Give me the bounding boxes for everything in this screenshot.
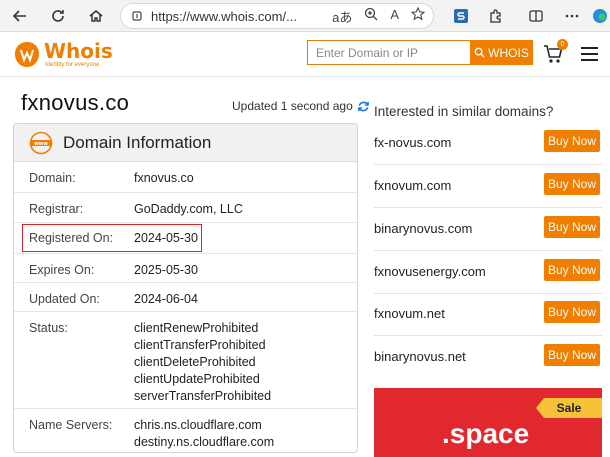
domain-search-input[interactable]: Enter Domain or IP [307,40,470,65]
logo-tagline: Identity for everyone [45,62,100,68]
name-server-item: chris.ns.cloudflare.com [134,418,262,432]
row-label: Expires On: [29,263,95,277]
whois-logo[interactable]: Whois Identity for everyone [12,38,113,72]
logo-text: Whois [44,39,113,63]
status-item: clientRenewProhibited [134,321,259,335]
search-button-label: WHOIS [488,45,529,60]
row-label: Updated On: [29,292,100,306]
read-aloud-icon[interactable]: A [390,7,399,26]
www-globe-icon: www [29,131,53,154]
sale-badge: Sale [536,398,602,418]
similar-domain-item: fx-novus.com Buy Now [374,122,602,165]
similar-domain-item: binarynovus.com Buy Now [374,208,602,251]
edge-copilot-button[interactable] [588,4,610,28]
similar-domain-name[interactable]: fxnovusenergy.com [374,264,486,279]
similar-domain-item: fxnovum.net Buy Now [374,293,602,336]
row-label: Domain: [29,171,76,185]
row-value: 2025-05-30 [134,263,198,277]
site-info-icon[interactable] [131,10,143,22]
name-server-item: destiny.ns.cloudflare.com [134,435,275,449]
buy-now-button[interactable]: Buy Now [544,173,600,195]
logo-mark-icon [15,42,39,67]
status-item: clientTransferProhibited [134,338,266,352]
search-icon [474,47,485,58]
split-screen-button[interactable] [524,4,548,28]
cart-count-badge: 0 [557,39,568,50]
similar-domains-heading: Interested in similar domains? [374,104,554,119]
buy-now-button[interactable]: Buy Now [544,259,600,281]
refresh-icon [52,10,64,22]
more-options-button[interactable] [560,4,584,28]
refresh-icon[interactable] [357,100,370,113]
info-row-updated-on: Updated On: 2024-06-04 [14,283,357,312]
buy-now-button[interactable]: Buy Now [544,301,600,323]
row-value: fxnovus.co [134,171,194,185]
similar-domain-item: fxnovum.com Buy Now [374,165,602,208]
puzzle-icon [490,9,501,23]
similar-domain-name[interactable]: fxnovum.com [374,178,451,193]
refresh-button[interactable] [44,2,72,30]
home-icon [89,10,103,22]
reader-mode-icon[interactable]: aあ [332,7,352,26]
more-dots-icon [565,14,579,18]
extensions-button[interactable] [484,4,508,28]
svg-text:www: www [34,141,48,147]
buy-now-button[interactable]: Buy Now [544,216,600,238]
similar-domain-name[interactable]: fx-novus.com [374,135,451,150]
info-row-name-servers: Name Servers: chris.ns.cloudflare.com de… [14,409,357,452]
row-value: 2024-06-04 [134,292,198,306]
zoom-icon[interactable] [364,7,378,21]
buy-now-button[interactable]: Buy Now [544,344,600,366]
updated-status: Updated 1 second ago [232,99,370,113]
home-button[interactable] [82,2,110,30]
address-bar[interactable]: https://www.whois.com/... aあ A [120,3,434,29]
whois-search-button[interactable]: WHOIS [470,40,533,65]
row-label: Registrar: [29,202,84,216]
promo-tld: .space [442,418,530,449]
card-header: www Domain Information [14,124,357,162]
info-row-domain: Domain: fxnovus.co [14,163,357,193]
extension-button[interactable] [449,4,473,28]
site-header: Whois Identity for everyone Enter Domain… [0,33,610,77]
browser-toolbar: https://www.whois.com/... aあ A [0,0,610,32]
status-item: clientUpdateProhibited [134,372,260,386]
similar-domain-item: fxnovusenergy.com Buy Now [374,251,602,294]
back-button[interactable] [6,2,34,30]
row-label: Status: [29,321,68,335]
similar-domain-item: binarynovus.net Buy Now [374,336,602,379]
info-row-registrar: Registrar: GoDaddy.com, LLC [14,193,357,223]
buy-now-button[interactable]: Buy Now [544,130,600,152]
edge-copilot-icon [593,9,607,23]
row-value: GoDaddy.com, LLC [134,202,243,216]
similar-domain-name[interactable]: binarynovus.net [374,349,466,364]
info-row-status: Status: clientRenewProhibited clientTran… [14,312,357,409]
row-label: Name Servers: [29,418,113,432]
similar-domain-name[interactable]: fxnovum.net [374,306,445,321]
domain-title: fxnovus.co [21,90,130,115]
domain-information-card: www Domain Information Domain: fxnovus.c… [13,123,358,453]
status-item: clientDeleteProhibited [134,355,256,369]
updated-text: Updated 1 second ago [232,99,353,113]
search-placeholder: Enter Domain or IP [316,45,419,60]
card-title: Domain Information [63,132,212,152]
split-screen-icon [529,10,543,22]
space-sale-banner[interactable]: Sale .space [374,388,602,457]
registered-on-highlight-box [22,224,202,252]
status-list: clientRenewProhibited clientTransferProh… [134,320,271,405]
status-item: serverTransferProhibited [134,389,272,403]
extension-s-icon [454,9,468,23]
name-server-list: chris.ns.cloudflare.com destiny.ns.cloud… [134,417,274,451]
favorite-star-icon[interactable] [411,7,425,21]
arrow-left-icon [12,10,26,22]
hamburger-menu-icon[interactable] [581,47,598,61]
similar-domain-name[interactable]: binarynovus.com [374,221,472,236]
url-text: https://www.whois.com/... [151,8,297,24]
info-row-expires-on: Expires On: 2025-05-30 [14,254,357,283]
